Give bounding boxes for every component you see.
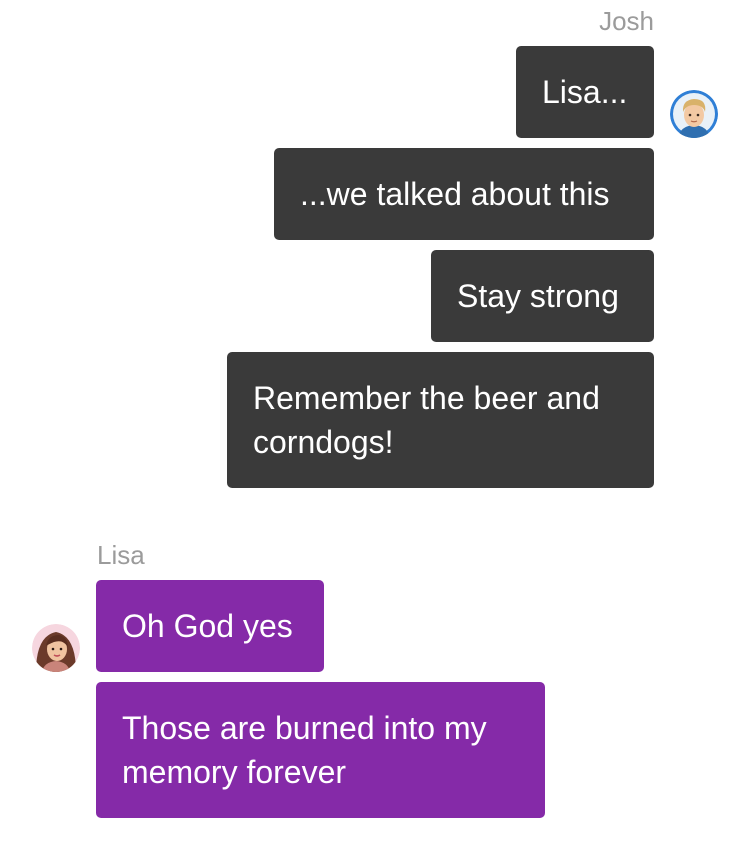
message-bubble[interactable]: Oh God yes	[96, 580, 324, 672]
sender-name-lisa: Lisa	[97, 540, 145, 570]
message-bubble[interactable]: ...we talked about this	[274, 148, 654, 240]
message-bubble[interactable]: Lisa...	[516, 46, 654, 138]
message-text: Oh God yes	[122, 608, 293, 644]
message-text: Those are burned into my	[122, 710, 487, 746]
message-text: Stay strong	[457, 278, 619, 314]
message-text: memory forever	[122, 754, 347, 790]
message-text: ...we talked about this	[300, 176, 610, 212]
message-bubble[interactable]: Remember the beer and corndogs!	[227, 352, 654, 488]
message-bubble[interactable]: Stay strong	[431, 250, 654, 342]
message-text: Lisa...	[542, 74, 628, 110]
sender-name-josh: Josh	[599, 6, 654, 36]
lisa-avatar-icon[interactable]	[32, 624, 80, 672]
message-bubble[interactable]: Those are burned into my memory forever	[96, 682, 545, 818]
message-text: Remember the beer and	[253, 380, 600, 416]
message-text: corndogs!	[253, 424, 394, 460]
josh-avatar-icon[interactable]	[670, 90, 718, 138]
